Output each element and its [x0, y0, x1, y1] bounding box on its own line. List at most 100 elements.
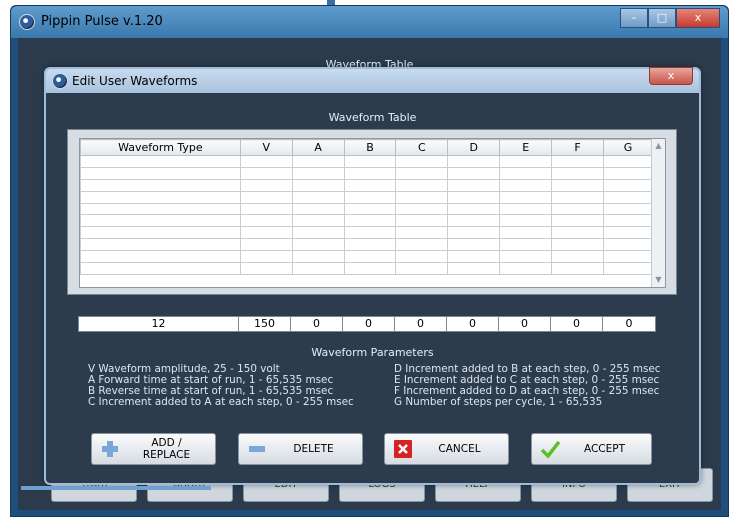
table-cell[interactable]: [80, 250, 241, 264]
table-row[interactable]: [80, 262, 653, 275]
table-cell[interactable]: [343, 202, 397, 216]
maximize-button[interactable]: □: [648, 8, 676, 28]
table-cell[interactable]: [447, 178, 501, 192]
table-cell[interactable]: [239, 178, 293, 192]
input-waveform-type[interactable]: 12: [79, 317, 239, 331]
table-cell[interactable]: [551, 202, 604, 216]
col-g[interactable]: G: [603, 139, 653, 156]
table-cell[interactable]: [239, 226, 293, 240]
table-cell[interactable]: [551, 214, 604, 228]
table-cell[interactable]: [499, 262, 553, 275]
table-cell[interactable]: [291, 262, 345, 275]
table-cell[interactable]: [80, 214, 241, 228]
delete-button[interactable]: DELETE: [238, 433, 363, 465]
table-cell[interactable]: [291, 202, 345, 216]
table-cell[interactable]: [447, 166, 501, 180]
table-cell[interactable]: [603, 226, 653, 240]
table-cell[interactable]: [291, 238, 345, 252]
table-cell[interactable]: [499, 226, 553, 240]
table-cell[interactable]: [80, 190, 241, 204]
table-cell[interactable]: [395, 226, 449, 240]
cancel-button[interactable]: CANCEL: [384, 433, 509, 465]
table-cell[interactable]: [551, 238, 604, 252]
table-cell[interactable]: [603, 155, 653, 168]
table-cell[interactable]: [343, 262, 397, 275]
table-cell[interactable]: [80, 178, 241, 192]
table-cell[interactable]: [551, 190, 604, 204]
table-cell[interactable]: [395, 202, 449, 216]
table-row[interactable]: [80, 226, 653, 240]
col-b[interactable]: B: [343, 139, 397, 156]
scroll-up-icon[interactable]: ▲: [652, 139, 665, 153]
table-cell[interactable]: [499, 238, 553, 252]
table-cell[interactable]: [291, 166, 345, 180]
table-cell[interactable]: [395, 166, 449, 180]
table-cell[interactable]: [603, 178, 653, 192]
table-cell[interactable]: [603, 214, 653, 228]
table-cell[interactable]: [395, 178, 449, 192]
table-row[interactable]: [80, 214, 653, 228]
table-cell[interactable]: [499, 166, 553, 180]
table-cell[interactable]: [551, 166, 604, 180]
col-a[interactable]: A: [291, 139, 345, 156]
col-waveform-type[interactable]: Waveform Type: [80, 139, 241, 156]
waveform-table[interactable]: Waveform Type V A B C D E F G ▲ ▼: [79, 138, 666, 288]
table-row[interactable]: [80, 178, 653, 192]
table-cell[interactable]: [603, 166, 653, 180]
table-cell[interactable]: [603, 238, 653, 252]
table-cell[interactable]: [499, 214, 553, 228]
table-cell[interactable]: [239, 262, 293, 275]
table-cell[interactable]: [603, 262, 653, 275]
table-cell[interactable]: [239, 166, 293, 180]
table-cell[interactable]: [499, 178, 553, 192]
table-row[interactable]: [80, 250, 653, 264]
input-d[interactable]: 0: [447, 317, 499, 331]
table-cell[interactable]: [447, 214, 501, 228]
input-f[interactable]: 0: [551, 317, 603, 331]
table-cell[interactable]: [499, 202, 553, 216]
table-cell[interactable]: [291, 214, 345, 228]
table-cell[interactable]: [291, 155, 345, 168]
table-cell[interactable]: [239, 202, 293, 216]
table-cell[interactable]: [551, 178, 604, 192]
table-row[interactable]: [80, 238, 653, 252]
table-cell[interactable]: [551, 226, 604, 240]
scroll-down-icon[interactable]: ▼: [652, 273, 665, 287]
table-cell[interactable]: [603, 190, 653, 204]
table-cell[interactable]: [80, 226, 241, 240]
table-cell[interactable]: [603, 250, 653, 264]
table-cell[interactable]: [343, 190, 397, 204]
table-cell[interactable]: [395, 238, 449, 252]
table-cell[interactable]: [239, 190, 293, 204]
table-cell[interactable]: [291, 178, 345, 192]
table-cell[interactable]: [239, 155, 293, 168]
accept-button[interactable]: ACCEPT: [531, 433, 652, 465]
table-row[interactable]: [80, 190, 653, 204]
table-cell[interactable]: [343, 226, 397, 240]
table-cell[interactable]: [80, 155, 241, 168]
table-cell[interactable]: [395, 262, 449, 275]
table-cell[interactable]: [551, 262, 604, 275]
col-c[interactable]: C: [395, 139, 449, 156]
table-cell[interactable]: [499, 250, 553, 264]
table-cell[interactable]: [395, 190, 449, 204]
table-cell[interactable]: [395, 214, 449, 228]
table-cell[interactable]: [551, 250, 604, 264]
col-v[interactable]: V: [239, 139, 293, 156]
table-cell[interactable]: [343, 250, 397, 264]
table-cell[interactable]: [343, 238, 397, 252]
table-row[interactable]: [80, 166, 653, 180]
col-f[interactable]: F: [551, 139, 604, 156]
dialog-close-button[interactable]: x: [649, 67, 693, 85]
input-c[interactable]: 0: [395, 317, 447, 331]
input-e[interactable]: 0: [499, 317, 551, 331]
table-cell[interactable]: [80, 166, 241, 180]
table-cell[interactable]: [395, 250, 449, 264]
table-row[interactable]: [80, 155, 653, 168]
close-button[interactable]: x: [676, 8, 720, 28]
table-cell[interactable]: [447, 238, 501, 252]
table-cell[interactable]: [80, 262, 241, 275]
table-cell[interactable]: [343, 155, 397, 168]
table-cell[interactable]: [499, 190, 553, 204]
table-cell[interactable]: [343, 166, 397, 180]
